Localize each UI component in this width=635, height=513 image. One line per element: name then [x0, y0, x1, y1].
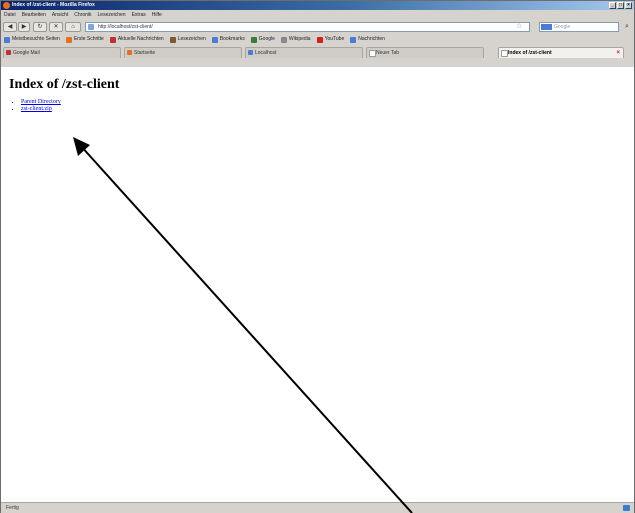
tab-favicon: [127, 50, 132, 55]
stop-icon: ✕: [53, 24, 59, 30]
forward-arrow-icon: ▶: [21, 24, 27, 30]
tab-index-zst-client[interactable]: Index of /zst-client ×: [498, 47, 624, 58]
browser-window: Index of /zst-client - Mozilla Firefox _…: [0, 0, 635, 513]
bookmark-icon: [65, 36, 72, 43]
bookmark-item[interactable]: Erste Schritte: [63, 34, 107, 45]
tab-strip: Google Mail Startseite Localhost Neuer T…: [1, 45, 634, 59]
bookmark-item[interactable]: Google: [248, 34, 278, 45]
search-icon[interactable]: ⌕: [622, 22, 632, 32]
title-bar: Index of /zst-client - Mozilla Firefox _…: [1, 1, 634, 10]
menu-history[interactable]: Chronik: [71, 10, 94, 20]
reload-button[interactable]: ↻: [33, 22, 47, 32]
bookmark-icon: [4, 36, 10, 43]
bookmark-item[interactable]: Aktuelle Nachrichten: [107, 34, 167, 45]
menu-edit[interactable]: Bearbeiten: [19, 10, 49, 20]
tab-startseite[interactable]: Startseite: [124, 47, 242, 58]
bookmark-item[interactable]: Wikipedia: [278, 34, 314, 45]
search-input[interactable]: Google: [539, 22, 619, 32]
tab-favicon: [248, 50, 253, 55]
directory-listing: Parent Directory zst-client.zip: [13, 99, 61, 113]
tab-favicon: [501, 50, 508, 57]
bookmark-item[interactable]: Nachrichten: [347, 34, 388, 45]
parent-directory-link[interactable]: Parent Directory: [21, 99, 61, 105]
bookmark-icon: [250, 36, 257, 43]
bookmark-icon: [211, 36, 218, 43]
navigation-toolbar: ◀ ▶ ↻ ✕ ⌂ http://localhost/zst-client/ ☆…: [1, 20, 634, 34]
reload-icon: ↻: [37, 24, 43, 30]
maximize-button[interactable]: □: [617, 2, 624, 9]
status-icon: [623, 505, 630, 511]
close-button[interactable]: ×: [625, 2, 632, 9]
bookmark-star-icon[interactable]: ☆: [516, 23, 522, 30]
menu-bar: Datei Bearbeiten Ansicht Chronik Lesezei…: [1, 10, 634, 20]
minimize-button[interactable]: _: [609, 2, 616, 9]
file-link[interactable]: zst-client.zip: [21, 106, 52, 112]
bookmark-item[interactable]: Meistbesuchte Seiten: [1, 34, 63, 45]
tab-favicon: [6, 50, 11, 55]
page-title: Index of /zst-client: [9, 77, 120, 92]
bookmark-icon: [169, 36, 176, 43]
status-bar: Fertig: [1, 502, 634, 513]
site-icon: [88, 24, 94, 30]
bookmark-icon: [316, 36, 323, 43]
bookmark-item[interactable]: Bookmarks: [209, 34, 248, 45]
tab-favicon: [369, 50, 376, 57]
address-bar[interactable]: http://localhost/zst-client/: [85, 22, 530, 32]
stop-button[interactable]: ✕: [49, 22, 63, 32]
status-text: Fertig: [6, 505, 19, 511]
bookmark-icon: [109, 36, 116, 43]
window-title: Index of /zst-client - Mozilla Firefox: [12, 2, 95, 8]
address-text: http://localhost/zst-client/: [98, 24, 153, 30]
menu-file[interactable]: Datei: [1, 10, 19, 20]
search-engine-icon: [541, 24, 552, 30]
tab-close-icon[interactable]: ×: [616, 48, 620, 58]
tab-google-mail[interactable]: Google Mail: [3, 47, 121, 58]
tab-new[interactable]: Neuer Tab: [366, 47, 484, 58]
bookmark-item[interactable]: YouTube: [314, 34, 348, 45]
bookmarks-toolbar: Meistbesuchte Seiten Erste Schritte Aktu…: [1, 34, 634, 45]
back-arrow-icon: ◀: [7, 24, 13, 30]
home-button[interactable]: ⌂: [65, 22, 81, 32]
list-item: Parent Directory: [21, 99, 61, 106]
bookmark-item[interactable]: Lesezeichen: [167, 34, 209, 45]
list-item: zst-client.zip: [21, 106, 61, 113]
home-icon: ⌂: [71, 24, 75, 30]
browser-chrome: Datei Bearbeiten Ansicht Chronik Lesezei…: [1, 10, 634, 67]
bookmark-icon: [350, 36, 357, 43]
forward-button[interactable]: ▶: [18, 22, 30, 32]
tab-localhost[interactable]: Localhost: [245, 47, 363, 58]
page-content: Index of /zst-client Parent Directory zs…: [1, 67, 634, 503]
menu-tools[interactable]: Extras: [129, 10, 149, 20]
menu-help[interactable]: Hilfe: [149, 10, 165, 20]
firefox-icon: [3, 2, 10, 9]
menu-view[interactable]: Ansicht: [49, 10, 71, 20]
back-button[interactable]: ◀: [3, 22, 17, 32]
bookmark-icon: [280, 36, 287, 43]
window-controls: _ □ ×: [609, 2, 632, 9]
search-placeholder: Google: [554, 24, 571, 30]
menu-bookmarks[interactable]: Lesezeichen: [95, 10, 129, 20]
